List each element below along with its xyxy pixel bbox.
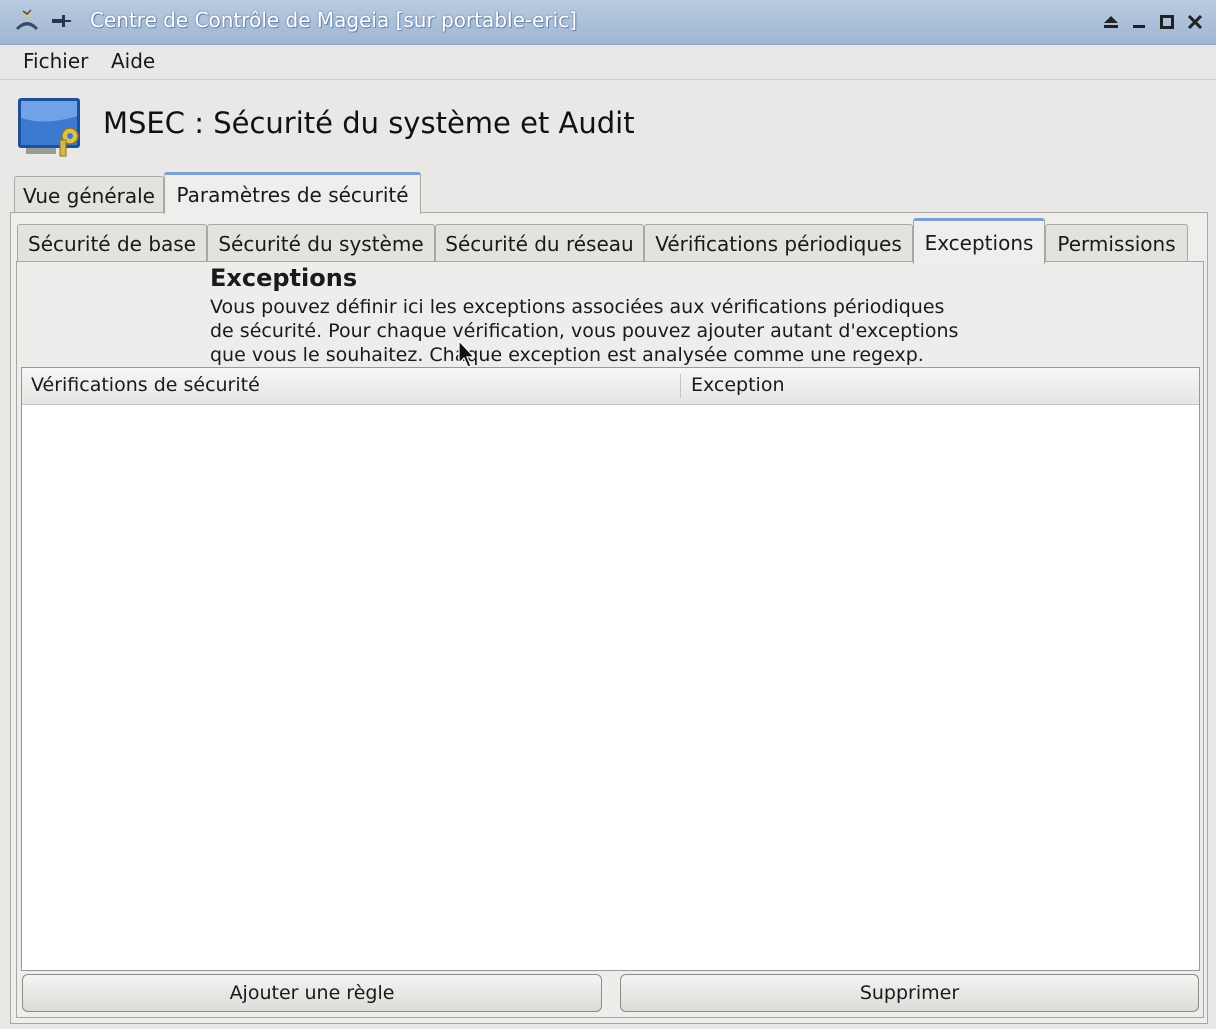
tab-securite-de-base[interactable]: Sécurité de base bbox=[17, 224, 207, 262]
tab-label: Sécurité du système bbox=[218, 231, 424, 256]
menu-bar: Fichier Aide bbox=[0, 45, 1216, 80]
menu-aide[interactable]: Aide bbox=[111, 49, 155, 73]
tab-label: Permissions bbox=[1057, 231, 1176, 256]
description-line: que vous le souhaitez. Chaque exception … bbox=[210, 344, 924, 366]
tab-label: Sécurité du réseau bbox=[445, 231, 634, 256]
exceptions-table[interactable]: Vérifications de sécurité Exception bbox=[21, 367, 1200, 971]
page-title: MSEC : Sécurité du système et Audit bbox=[103, 106, 635, 140]
window-menu-area bbox=[14, 8, 72, 37]
button-label: Ajouter une règle bbox=[229, 982, 395, 1004]
table-header: Vérifications de sécurité Exception bbox=[22, 368, 1199, 405]
mageia-logo-icon[interactable] bbox=[14, 8, 40, 37]
pin-icon[interactable] bbox=[50, 11, 72, 33]
title-bar[interactable]: Centre de Contrôle de Mageia [sur portab… bbox=[0, 0, 1216, 45]
tab-verifications-periodiques[interactable]: Vérifications périodiques bbox=[644, 224, 913, 262]
description-line: de sécurité. Pour chaque vérification, v… bbox=[210, 320, 959, 342]
column-header-verifications[interactable]: Vérifications de sécurité bbox=[31, 374, 260, 396]
tab-securite-du-systeme[interactable]: Sécurité du système bbox=[207, 224, 435, 262]
menu-fichier[interactable]: Fichier bbox=[23, 49, 88, 73]
tab-label: Vérifications périodiques bbox=[655, 231, 902, 256]
eject-icon[interactable] bbox=[1100, 9, 1122, 35]
tab-parametres-securite[interactable]: Paramètres de sécurité bbox=[164, 172, 421, 214]
section-description: Vous pouvez définir ici les exceptions a… bbox=[210, 295, 1040, 367]
tab-label: Exceptions bbox=[924, 230, 1034, 255]
close-icon[interactable] bbox=[1184, 9, 1206, 35]
tab-securite-du-reseau[interactable]: Sécurité du réseau bbox=[435, 224, 644, 262]
tab-permissions[interactable]: Permissions bbox=[1045, 224, 1188, 262]
tab-exceptions[interactable]: Exceptions bbox=[913, 218, 1045, 264]
minimize-icon[interactable] bbox=[1128, 9, 1150, 35]
maximize-icon[interactable] bbox=[1156, 9, 1178, 35]
button-label: Supprimer bbox=[859, 982, 960, 1004]
delete-button[interactable]: Supprimer bbox=[620, 974, 1199, 1012]
column-divider[interactable] bbox=[680, 374, 681, 398]
mouse-cursor-icon bbox=[458, 339, 478, 375]
section-title: Exceptions bbox=[210, 264, 358, 292]
add-rule-button[interactable]: Ajouter une règle bbox=[22, 974, 602, 1012]
tab-label: Vue générale bbox=[23, 183, 155, 208]
tab-label: Paramètres de sécurité bbox=[176, 182, 409, 207]
description-line: Vous pouvez définir ici les exceptions a… bbox=[210, 296, 945, 318]
tab-label: Sécurité de base bbox=[28, 231, 196, 256]
window-title: Centre de Contrôle de Mageia [sur portab… bbox=[90, 8, 577, 32]
column-header-exception[interactable]: Exception bbox=[691, 374, 785, 396]
tab-vue-generale[interactable]: Vue générale bbox=[14, 176, 164, 214]
security-monitor-icon bbox=[16, 96, 82, 158]
